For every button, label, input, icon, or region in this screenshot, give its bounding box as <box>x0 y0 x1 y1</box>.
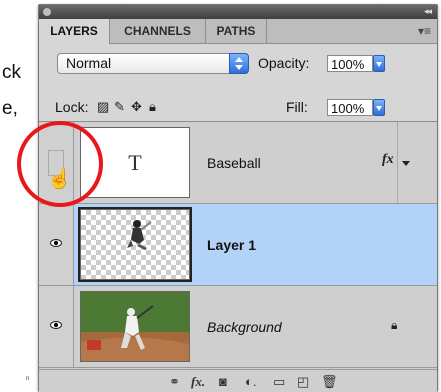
group-icon[interactable]: ▭ <box>273 374 285 390</box>
new-layer-icon[interactable]: ◰ <box>297 374 309 390</box>
blend-mode-value: Normal <box>66 55 112 71</box>
background-text-line-1: ck <box>2 62 21 83</box>
background-text-line-2: e, <box>2 98 18 119</box>
lock-image-pixels-icon[interactable]: ✎ <box>114 99 125 115</box>
link-icon[interactable]: ⚭ <box>169 374 180 390</box>
opacity-dropdown-icon[interactable] <box>373 55 385 72</box>
blend-mode-stepper-icon[interactable] <box>229 53 249 74</box>
lock-transparent-pixels-icon[interactable]: ▨ <box>97 99 109 115</box>
annotation-circle <box>17 121 103 207</box>
trash-icon[interactable]: 🗑︎ <box>321 374 338 390</box>
visibility-toggle[interactable] <box>39 286 74 367</box>
fx-divider <box>397 122 398 203</box>
opacity-label: Opacity: <box>258 55 310 71</box>
layer-name[interactable]: Baseball <box>207 155 261 171</box>
layers-bottom-toolbar: ⚭ fx. ◙ ◐. ▭ ◰ 🗑︎ <box>39 369 437 392</box>
mask-icon[interactable]: ◙ <box>219 374 227 389</box>
collapse-icon[interactable]: ◂◂ <box>424 6 432 17</box>
panel-menu-icon[interactable]: ▾≡ <box>418 24 431 38</box>
blend-mode-select[interactable]: Normal <box>57 53 249 74</box>
layer-thumbnail[interactable] <box>80 291 190 362</box>
eye-icon[interactable] <box>50 239 62 247</box>
layers-panel: ◂◂ LAYERS CHANNELS PATHS ▾≡ Normal Opaci… <box>38 4 438 392</box>
fill-label: Fill: <box>286 99 308 115</box>
baseball-photo-image <box>81 292 189 361</box>
tab-layers[interactable]: LAYERS <box>39 19 110 44</box>
close-icon[interactable] <box>43 8 51 16</box>
layer-row-background[interactable]: Background 🔒︎ <box>39 286 437 368</box>
panel-titlebar[interactable]: ◂◂ <box>39 5 437 19</box>
lock-all-icon[interactable]: 🔒︎ <box>149 99 156 115</box>
lock-position-icon[interactable]: ✥ <box>131 99 142 115</box>
layer-effects-icon[interactable]: fx <box>382 152 394 168</box>
layer-name[interactable]: Layer 1 <box>207 237 256 253</box>
tab-channels[interactable]: CHANNELS <box>110 19 206 43</box>
adjustment-icon[interactable]: ◐. <box>245 374 256 389</box>
lock-label: Lock: <box>55 99 89 115</box>
background-text-tiny: n <box>26 376 30 382</box>
layer-row-layer-1[interactable]: Layer 1 <box>39 204 437 286</box>
fill-dropdown-icon[interactable] <box>373 99 385 116</box>
batter-cutout-image <box>127 220 152 250</box>
panel-tabs: LAYERS CHANNELS PATHS <box>39 19 437 44</box>
visibility-toggle[interactable] <box>39 204 74 285</box>
tab-paths[interactable]: PATHS <box>206 19 267 43</box>
layer-thumbnail[interactable] <box>78 207 192 282</box>
opacity-field[interactable]: 100% <box>327 55 373 72</box>
fx-icon[interactable]: fx. <box>191 374 205 390</box>
layer-lock-icon: 🔒︎ <box>391 318 398 332</box>
layer-name[interactable]: Background <box>207 319 282 335</box>
expand-effects-icon[interactable] <box>402 161 410 166</box>
fill-field[interactable]: 100% <box>327 99 373 116</box>
eye-icon[interactable] <box>50 321 62 329</box>
